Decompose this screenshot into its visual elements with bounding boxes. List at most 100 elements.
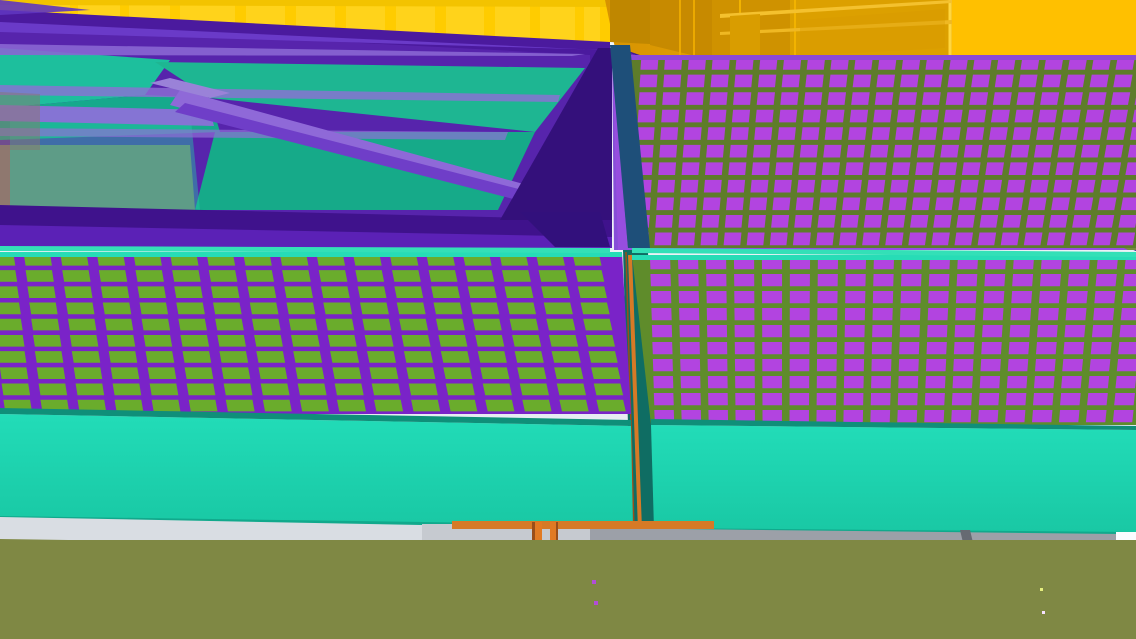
- left-grid-cell: [186, 383, 216, 396]
- right-grid-cell: [928, 274, 950, 287]
- right-grid-cell: [734, 308, 755, 321]
- far-right-grid-cell: [658, 162, 677, 176]
- right-grid-cell: [762, 291, 783, 304]
- right-grid-cell: [927, 308, 949, 321]
- left-grid-cell: [318, 270, 348, 282]
- right-grid-cell: [762, 342, 783, 355]
- left-grid-cell: [38, 383, 68, 396]
- far-right-grid-cell: [656, 197, 675, 211]
- left-grid-cell: [467, 286, 497, 299]
- far-right-grid-cell: [942, 127, 961, 140]
- far-right-grid-cell: [817, 215, 836, 228]
- right-grid-cell: [844, 359, 865, 372]
- far-right-grid-cell: [637, 109, 656, 123]
- right-grid-cell: [678, 274, 699, 287]
- far-right-grid-cell: [724, 215, 743, 228]
- far-right-grid-cell: [1042, 74, 1062, 88]
- right-grid-cell: [680, 359, 701, 372]
- right-grid-cell: [1058, 410, 1080, 423]
- far-right-grid-cell: [965, 127, 985, 140]
- far-right-grid-cell: [981, 197, 1001, 211]
- left-grid-cell: [501, 270, 531, 282]
- right-grid-cell: [1116, 359, 1136, 372]
- right-grid-cell: [734, 291, 755, 304]
- far-right-grid-cell: [863, 215, 883, 228]
- far-right-grid-cell: [852, 74, 872, 88]
- left-grid-cell: [178, 318, 207, 331]
- far-right-grid-cell: [876, 74, 896, 88]
- right-grid-cell: [762, 376, 782, 389]
- left-grid-cell: [551, 351, 581, 363]
- left-grid-cell: [543, 302, 573, 315]
- left-grid-cell: [323, 302, 353, 315]
- right-grid-cell: [871, 342, 892, 355]
- left-grid-cell: [401, 334, 431, 347]
- right-grid-cell: [984, 274, 1006, 287]
- left-grid-cell: [247, 286, 277, 299]
- right-grid-cell: [924, 410, 945, 423]
- far-right-grid-cell: [794, 215, 813, 228]
- right-grid-cell: [1060, 393, 1081, 406]
- left-grid-cell: [213, 302, 242, 315]
- far-right-grid-cell: [967, 109, 987, 123]
- far-right-grid-cell: [1069, 232, 1089, 246]
- right-grid-cell: [1121, 291, 1136, 304]
- left-grid-cell: [548, 334, 579, 347]
- far-right-grid-cell: [1048, 215, 1068, 228]
- far-right-grid-cell: [1025, 215, 1045, 228]
- far-right-grid-cell: [1008, 162, 1028, 176]
- left-grid-cell: [559, 399, 589, 412]
- left-grid-cell: [320, 286, 350, 299]
- right-grid-cell: [897, 393, 918, 406]
- far-right-grid-cell: [1085, 109, 1105, 123]
- left-grid-cell: [27, 286, 56, 299]
- scene-svg: [0, 0, 1136, 639]
- far-right-grid-cell: [871, 127, 891, 140]
- far-right-grid-cell: [1078, 162, 1098, 176]
- left-grid-cell: [69, 334, 99, 347]
- far-right-grid-cell: [663, 74, 682, 88]
- right-grid-cell: [680, 393, 701, 406]
- far-right-grid-cell: [1093, 232, 1112, 246]
- right-grid-cell: [843, 376, 864, 389]
- far-right-grid-cell: [1010, 144, 1030, 158]
- left-grid-cell: [135, 270, 164, 282]
- right-grid-cell: [789, 325, 810, 338]
- left-grid-cell: [33, 334, 62, 347]
- right-grid-cell: [924, 393, 945, 406]
- right-grid-cell: [951, 410, 972, 423]
- right-grid-cell: [955, 308, 976, 321]
- far-right-grid-cell: [922, 92, 941, 105]
- left-grid-cell: [0, 351, 27, 363]
- left-grid-cell: [546, 318, 576, 331]
- far-right-grid-cell: [1023, 232, 1043, 246]
- far-right-grid-cell: [755, 109, 774, 123]
- far-right-grid-cell: [1036, 127, 1056, 140]
- left-grid-cell: [440, 351, 470, 363]
- far-right-grid-cell: [1038, 109, 1058, 123]
- right-grid-cell: [1035, 342, 1057, 355]
- right-grid-cell: [1091, 325, 1113, 338]
- left-grid-cell: [139, 302, 169, 315]
- far-right-grid-cell: [756, 92, 775, 105]
- right-grid-cell: [1123, 274, 1136, 287]
- left-grid-cell: [176, 302, 205, 315]
- right-grid-cell: [979, 376, 1001, 389]
- far-right-grid-cell: [990, 109, 1010, 123]
- far-right-grid-cell: [938, 162, 958, 176]
- right-grid-cell: [789, 393, 810, 406]
- far-right-grid-cell: [682, 144, 701, 158]
- left-grid-cell: [151, 399, 181, 412]
- right-grid-cell: [1095, 274, 1117, 287]
- right-grid-cell: [956, 274, 978, 287]
- far-right-grid-cell: [1040, 92, 1060, 105]
- far-right-grid-cell: [891, 162, 911, 176]
- left-grid-cell: [470, 302, 500, 315]
- far-right-grid-cell: [846, 144, 866, 158]
- far-right-grid-cell: [710, 74, 729, 88]
- right-grid-cell: [978, 410, 999, 423]
- far-right-grid-cell: [845, 162, 864, 176]
- left-grid-cell: [34, 351, 64, 363]
- left-grid-cell: [406, 367, 436, 380]
- far-right-grid-cell: [886, 215, 906, 228]
